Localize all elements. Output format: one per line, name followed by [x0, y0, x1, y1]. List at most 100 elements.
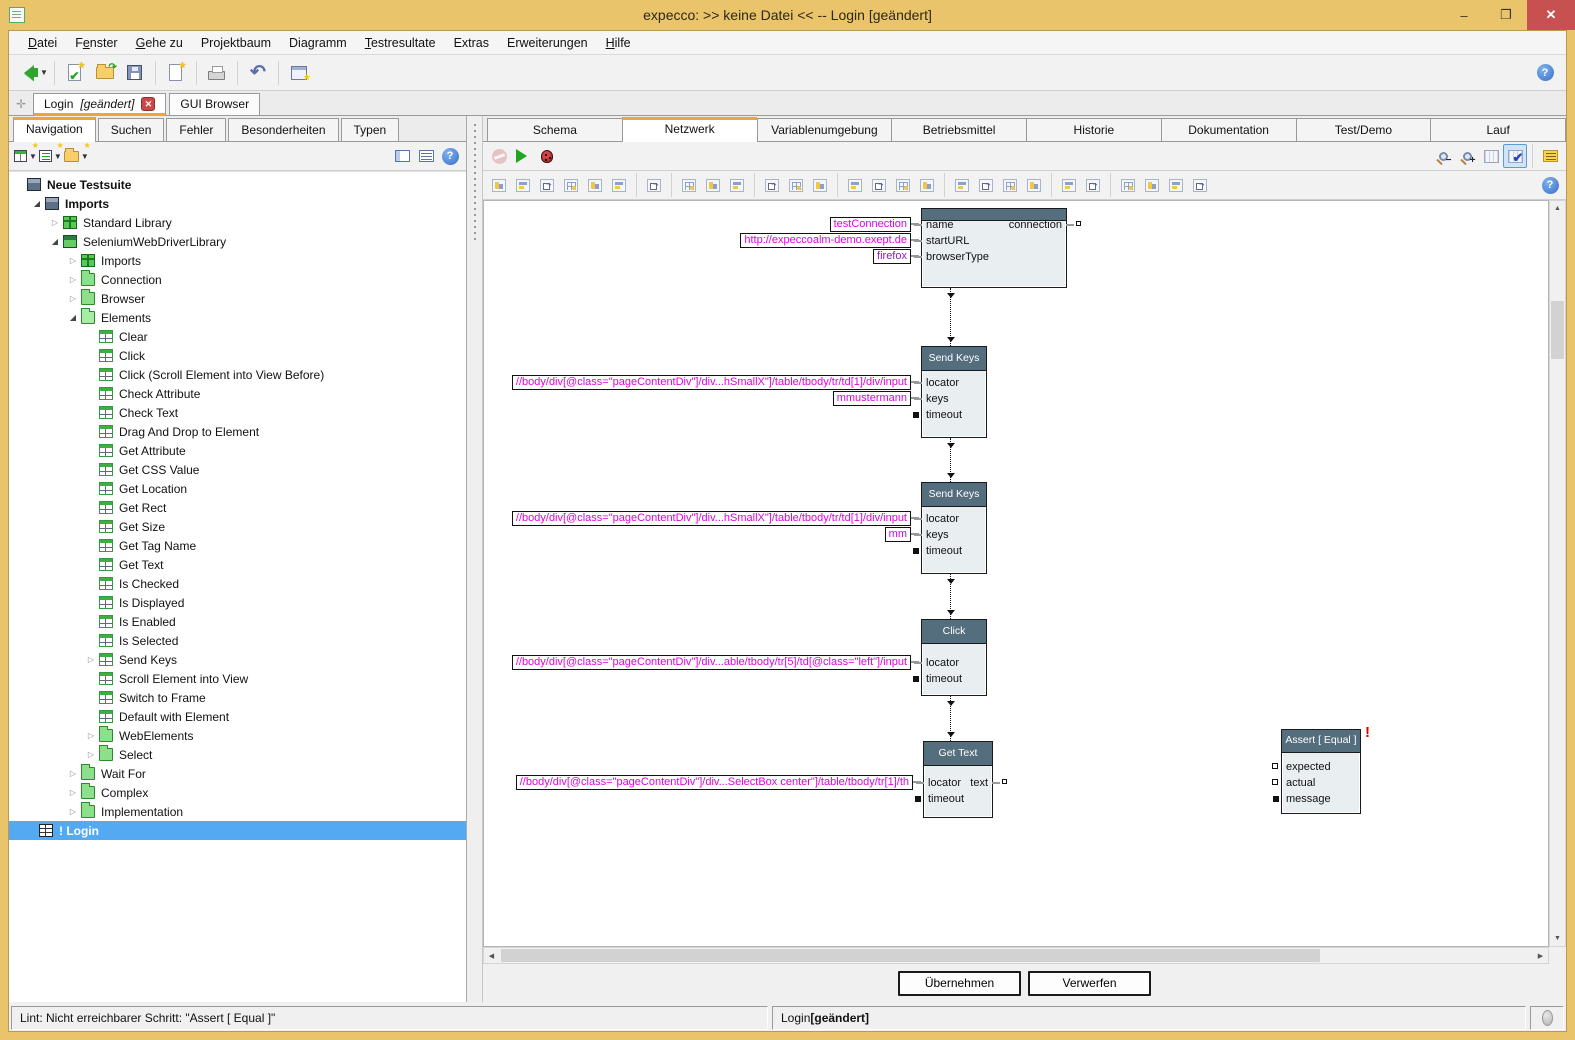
tree-item-is-displayed[interactable]: Is Displayed [9, 593, 466, 612]
pin-value[interactable]: //body/div[@class="pageContentDiv"]/div.… [512, 655, 911, 670]
tree-item-webelements[interactable]: ▷WebElements [9, 726, 466, 745]
align-top-icon[interactable] [535, 173, 559, 197]
tree-item-get-tag-name[interactable]: Get Tag Name [9, 536, 466, 555]
panel-splitter[interactable] [467, 116, 483, 1002]
node-send-keys-2[interactable]: Send Keyslocatorkeystimeout [921, 482, 987, 574]
line-style-ortho-icon[interactable] [1140, 173, 1164, 197]
output-pin-connector[interactable] [1076, 221, 1081, 226]
input-pin-connector[interactable] [1272, 779, 1278, 785]
tree-item-default-with-element[interactable]: Default with Element [9, 707, 466, 726]
tree-item-imports[interactable]: ▷Imports [9, 251, 466, 270]
align-left-icon[interactable] [487, 173, 511, 197]
tree-item-clear[interactable]: Clear [9, 327, 466, 346]
tree-item-browser[interactable]: ▷Browser [9, 289, 466, 308]
tree-item-seleniumwebdriverlibrary[interactable]: ◢SeleniumWebDriverLibrary [9, 232, 466, 251]
expand-arrow-icon[interactable]: ▷ [83, 731, 99, 740]
expand-arrow-icon[interactable]: ▷ [65, 294, 81, 303]
add-step-icon[interactable] [808, 173, 832, 197]
tree-item-connection[interactable]: ▷Connection [9, 270, 466, 289]
step-execute-icon[interactable] [891, 173, 915, 197]
pin-freeze-icon[interactable] [998, 173, 1022, 197]
pin-insert-right-icon[interactable] [725, 173, 749, 197]
pin-value[interactable]: firefox [873, 249, 911, 264]
pin-insert-down-icon[interactable] [701, 173, 725, 197]
tab-suchen[interactable]: Suchen [98, 118, 165, 141]
new-testcase-menu-icon[interactable]: ★▼ [13, 144, 38, 168]
pin-value[interactable]: http://expeccoalm-demo.exept.de [740, 233, 911, 248]
grid-icon[interactable] [1479, 144, 1503, 168]
add-output-pin-icon[interactable] [784, 173, 808, 197]
pin-value[interactable]: mm [885, 527, 911, 542]
grid-snap-icon[interactable]: ✔ [1503, 144, 1527, 168]
collapse-arrow-icon[interactable]: ◢ [47, 237, 63, 246]
input-pin-connector[interactable] [915, 796, 921, 802]
menu-hilfe[interactable]: Hilfe [597, 33, 640, 53]
dock-icon[interactable]: ✛ [12, 95, 30, 113]
save-icon[interactable] [120, 58, 150, 88]
distribute-horizontal-icon[interactable] [583, 173, 607, 197]
tab-navigation[interactable]: Navigation [13, 117, 96, 142]
tab-close-icon[interactable]: ✕ [141, 97, 155, 111]
menu-datei[interactable]: Datei [19, 33, 66, 53]
tree-item-get-attribute[interactable]: Get Attribute [9, 441, 466, 460]
new-folder-menu-icon[interactable]: ★▼ [63, 144, 90, 168]
tree-item-is-selected[interactable]: Is Selected [9, 631, 466, 650]
help-icon[interactable]: ? [1530, 58, 1560, 88]
tab-gui-browser[interactable]: GUI Browser [169, 93, 260, 115]
tab-schema[interactable]: Schema [487, 118, 622, 141]
tree-item-get-location[interactable]: Get Location [9, 479, 466, 498]
tree-item-select[interactable]: ▷Select [9, 745, 466, 764]
disconnect-pins-icon[interactable] [1081, 173, 1105, 197]
distribute-vertical-icon[interactable] [607, 173, 631, 197]
expand-arrow-icon[interactable]: ▷ [83, 655, 99, 664]
expand-arrow-icon[interactable]: ▷ [83, 750, 99, 759]
tab-betriebsmittel[interactable]: Betriebsmittel [891, 118, 1026, 141]
tree-item-check-attribute[interactable]: Check Attribute [9, 384, 466, 403]
tab-fehler[interactable]: Fehler [166, 118, 226, 141]
input-pin-connector[interactable] [1273, 796, 1279, 802]
title-bar[interactable]: expecco: >> keine Datei << -- Login [geä… [0, 0, 1575, 30]
scroll-left-icon[interactable]: ◀ [484, 948, 499, 963]
back-icon[interactable]: ▼ [15, 58, 49, 88]
tree-item-implementation[interactable]: ▷Implementation [9, 802, 466, 821]
pin-insert-left-icon[interactable] [677, 173, 701, 197]
expand-arrow-icon[interactable]: ▷ [47, 218, 63, 227]
tree-item-elements[interactable]: ◢Elements [9, 308, 466, 327]
menu-diagramm[interactable]: Diagramm [280, 33, 356, 53]
tab-historie[interactable]: Historie [1026, 118, 1161, 141]
tree-item-wait-for[interactable]: ▷Wait For [9, 764, 466, 783]
connection-line[interactable] [950, 438, 951, 482]
highlight-step-icon[interactable] [642, 173, 666, 197]
zoom-out-icon[interactable]: − [1431, 144, 1455, 168]
pin-value[interactable]: testConnection [830, 217, 911, 232]
tab-login[interactable]: Login [geändert]✕ [33, 93, 166, 115]
expand-arrow-icon[interactable]: ▷ [65, 807, 81, 816]
undo-icon[interactable]: ↶ [243, 58, 273, 88]
step-log-icon[interactable] [915, 173, 939, 197]
expand-arrow-icon[interactable]: ▷ [65, 769, 81, 778]
line-style-spline-icon[interactable] [1164, 173, 1188, 197]
menu-fenster[interactable]: Fenster [66, 33, 126, 53]
collapse-arrow-icon[interactable]: ◢ [65, 313, 81, 322]
scroll-down-icon[interactable]: ▼ [1550, 931, 1565, 946]
collapse-arrow-icon[interactable]: ◢ [29, 199, 45, 208]
pin-rotate-icon[interactable] [1022, 173, 1046, 197]
step-settings-icon[interactable] [843, 173, 867, 197]
zoom-in-icon[interactable]: + [1455, 144, 1479, 168]
pin-raise-icon[interactable] [950, 173, 974, 197]
vertical-scroll-thumb[interactable] [1551, 301, 1564, 359]
tab-variablenumgebung[interactable]: Variablenumgebung [757, 118, 892, 141]
tree-item-click-scroll-element-into-view-before[interactable]: Click (Scroll Element into View Before) [9, 365, 466, 384]
menu-gehe-zu[interactable]: Gehe zu [127, 33, 192, 53]
expand-arrow-icon[interactable]: ▷ [65, 788, 81, 797]
tree-item-scroll-element-into-view[interactable]: Scroll Element into View [9, 669, 466, 688]
pin-lower-icon[interactable] [974, 173, 998, 197]
expand-arrow-icon[interactable]: ▷ [65, 256, 81, 265]
tab-dokumentation[interactable]: Dokumentation [1161, 118, 1296, 141]
tree-item-complex[interactable]: ▷Complex [9, 783, 466, 802]
split-view-icon[interactable] [414, 144, 438, 168]
new-action-menu-icon[interactable]: ★▼ [38, 144, 63, 168]
settings-window-icon[interactable] [284, 58, 314, 88]
tab-lauf[interactable]: Lauf [1430, 118, 1566, 141]
new-document-icon[interactable]: ★ [161, 58, 191, 88]
